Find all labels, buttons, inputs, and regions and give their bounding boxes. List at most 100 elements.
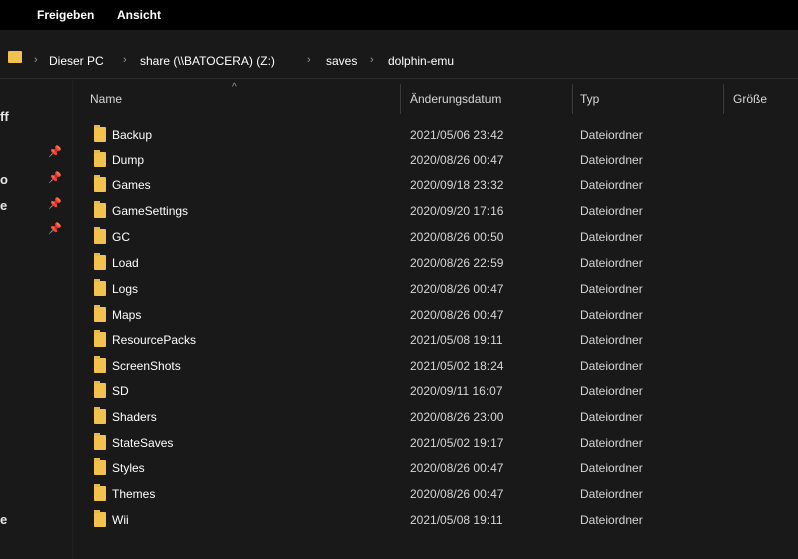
breadcrumb-saves[interactable]: saves (326, 54, 357, 68)
item-name: Dump (112, 153, 145, 167)
item-date: 2020/08/26 00:47 (410, 282, 504, 296)
ribbon-tab-share[interactable]: Freigeben (37, 8, 94, 22)
item-name: StateSaves (112, 436, 174, 450)
item-date: 2020/08/26 00:47 (410, 487, 504, 501)
item-name: Themes (112, 487, 156, 501)
list-item[interactable]: Games 2020/09/18 23:32 Dateiordner (80, 174, 780, 196)
list-item[interactable]: SD 2020/09/11 16:07 Dateiordner (80, 380, 780, 402)
item-type: Dateiordner (580, 359, 643, 373)
item-date: 2021/05/06 23:42 (410, 128, 504, 142)
folder-icon (94, 407, 106, 424)
item-type: Dateiordner (580, 410, 643, 424)
item-type: Dateiordner (580, 204, 643, 218)
folder-icon (94, 150, 106, 167)
item-name: Maps (112, 308, 142, 322)
breadcrumb-dolphin-emu[interactable]: dolphin-emu (388, 54, 454, 68)
folder-icon (94, 458, 106, 475)
column-header-name[interactable]: Name (90, 92, 122, 106)
list-item[interactable]: GameSettings 2020/09/20 17:16 Dateiordner (80, 200, 780, 222)
nav-item-label[interactable]: ff (0, 109, 9, 124)
folder-icon (94, 484, 106, 501)
chevron-right-icon[interactable]: › (307, 54, 311, 66)
list-item[interactable]: Wii 2021/05/08 19:11 Dateiordner (80, 509, 780, 531)
ribbon-tab-view[interactable]: Ansicht (117, 8, 161, 22)
nav-item-label[interactable]: o (0, 172, 8, 187)
chevron-right-icon[interactable]: › (370, 54, 374, 66)
column-header-size[interactable]: Größe (733, 92, 767, 106)
list-item[interactable]: Logs 2020/08/26 00:47 Dateiordner (80, 278, 780, 300)
item-name: ResourcePacks (112, 333, 197, 347)
pin-icon[interactable]: 📌 (48, 197, 62, 210)
address-bar[interactable]: › Dieser PC › share (\\BATOCERA) (Z:) › … (0, 38, 798, 74)
breadcrumb-share[interactable]: share (\\BATOCERA) (Z:) (140, 54, 275, 68)
folder-icon (94, 433, 106, 450)
breadcrumb-this-pc[interactable]: Dieser PC (49, 54, 104, 68)
column-header-type[interactable]: Typ (580, 92, 599, 106)
list-item[interactable]: Themes 2020/08/26 00:47 Dateiordner (80, 483, 780, 505)
folder-icon (94, 253, 106, 270)
list-item[interactable]: Shaders 2020/08/26 23:00 Dateiordner (80, 406, 780, 428)
item-type: Dateiordner (580, 128, 643, 142)
item-name: ScreenShots (112, 359, 181, 373)
list-item[interactable]: Dump 2020/08/26 00:47 Dateiordner (80, 149, 780, 171)
folder-icon (94, 175, 106, 192)
divider (0, 78, 798, 79)
pin-icon[interactable]: 📌 (48, 222, 62, 235)
navigation-pane: ff o e e 📌 📌 📌 📌 (0, 79, 73, 559)
item-date: 2020/08/26 23:00 (410, 410, 504, 424)
list-item[interactable]: StateSaves 2021/05/02 19:17 Dateiordner (80, 432, 780, 454)
folder-icon (94, 201, 106, 218)
folder-icon (94, 125, 106, 142)
item-type: Dateiordner (580, 513, 643, 527)
folder-icon (94, 510, 106, 527)
pin-icon[interactable]: 📌 (48, 171, 62, 184)
item-date: 2020/08/26 00:47 (410, 461, 504, 475)
item-type: Dateiordner (580, 333, 643, 347)
list-item[interactable]: ScreenShots 2021/05/02 18:24 Dateiordner (80, 355, 780, 377)
pin-icon[interactable]: 📌 (48, 145, 62, 158)
item-type: Dateiordner (580, 178, 643, 192)
item-name: Logs (112, 282, 139, 296)
item-date: 2020/08/26 00:47 (410, 153, 504, 167)
item-type: Dateiordner (580, 384, 643, 398)
list-item[interactable]: Styles 2020/08/26 00:47 Dateiordner (80, 457, 780, 479)
sort-ascending-icon: ^ (232, 82, 237, 93)
item-type: Dateiordner (580, 230, 643, 244)
nav-item-label[interactable]: e (0, 512, 7, 527)
item-date: 2021/05/08 19:11 (410, 333, 503, 347)
folder-icon (94, 381, 106, 398)
folder-icon (94, 227, 106, 244)
item-date: 2020/08/26 22:59 (410, 256, 504, 270)
column-divider[interactable] (572, 84, 573, 114)
item-type: Dateiordner (580, 308, 643, 322)
folder-icon (94, 279, 106, 296)
folder-icon (94, 330, 106, 347)
list-item[interactable]: Load 2020/08/26 22:59 Dateiordner (80, 252, 780, 274)
ribbon-bar: Freigeben Ansicht (0, 0, 798, 30)
nav-item-label[interactable]: e (0, 198, 7, 213)
item-name: Load (112, 256, 139, 270)
item-date: 2021/05/02 19:17 (410, 436, 504, 450)
list-item[interactable]: Backup 2021/05/06 23:42 Dateiordner (80, 124, 780, 146)
item-date: 2020/09/11 16:07 (410, 384, 503, 398)
folder-icon (94, 356, 106, 373)
chevron-right-icon[interactable]: › (34, 54, 38, 66)
item-type: Dateiordner (580, 487, 643, 501)
item-type: Dateiordner (580, 256, 643, 270)
list-item[interactable]: Maps 2020/08/26 00:47 Dateiordner (80, 304, 780, 326)
item-date: 2020/09/18 23:32 (410, 178, 504, 192)
item-name: GameSettings (112, 204, 189, 218)
column-header-date[interactable]: Änderungsdatum (410, 92, 501, 106)
folder-icon (8, 51, 22, 63)
list-item[interactable]: ResourcePacks 2021/05/08 19:11 Dateiordner (80, 329, 780, 351)
item-name: Backup (112, 128, 153, 142)
item-date: 2020/08/26 00:50 (410, 230, 504, 244)
item-name: Styles (112, 461, 145, 475)
item-name: Games (112, 178, 151, 192)
item-name: GC (112, 230, 130, 244)
list-item[interactable]: GC 2020/08/26 00:50 Dateiordner (80, 226, 780, 248)
column-divider[interactable] (400, 84, 401, 114)
item-type: Dateiordner (580, 282, 643, 296)
column-divider[interactable] (723, 84, 724, 114)
chevron-right-icon[interactable]: › (123, 54, 127, 66)
